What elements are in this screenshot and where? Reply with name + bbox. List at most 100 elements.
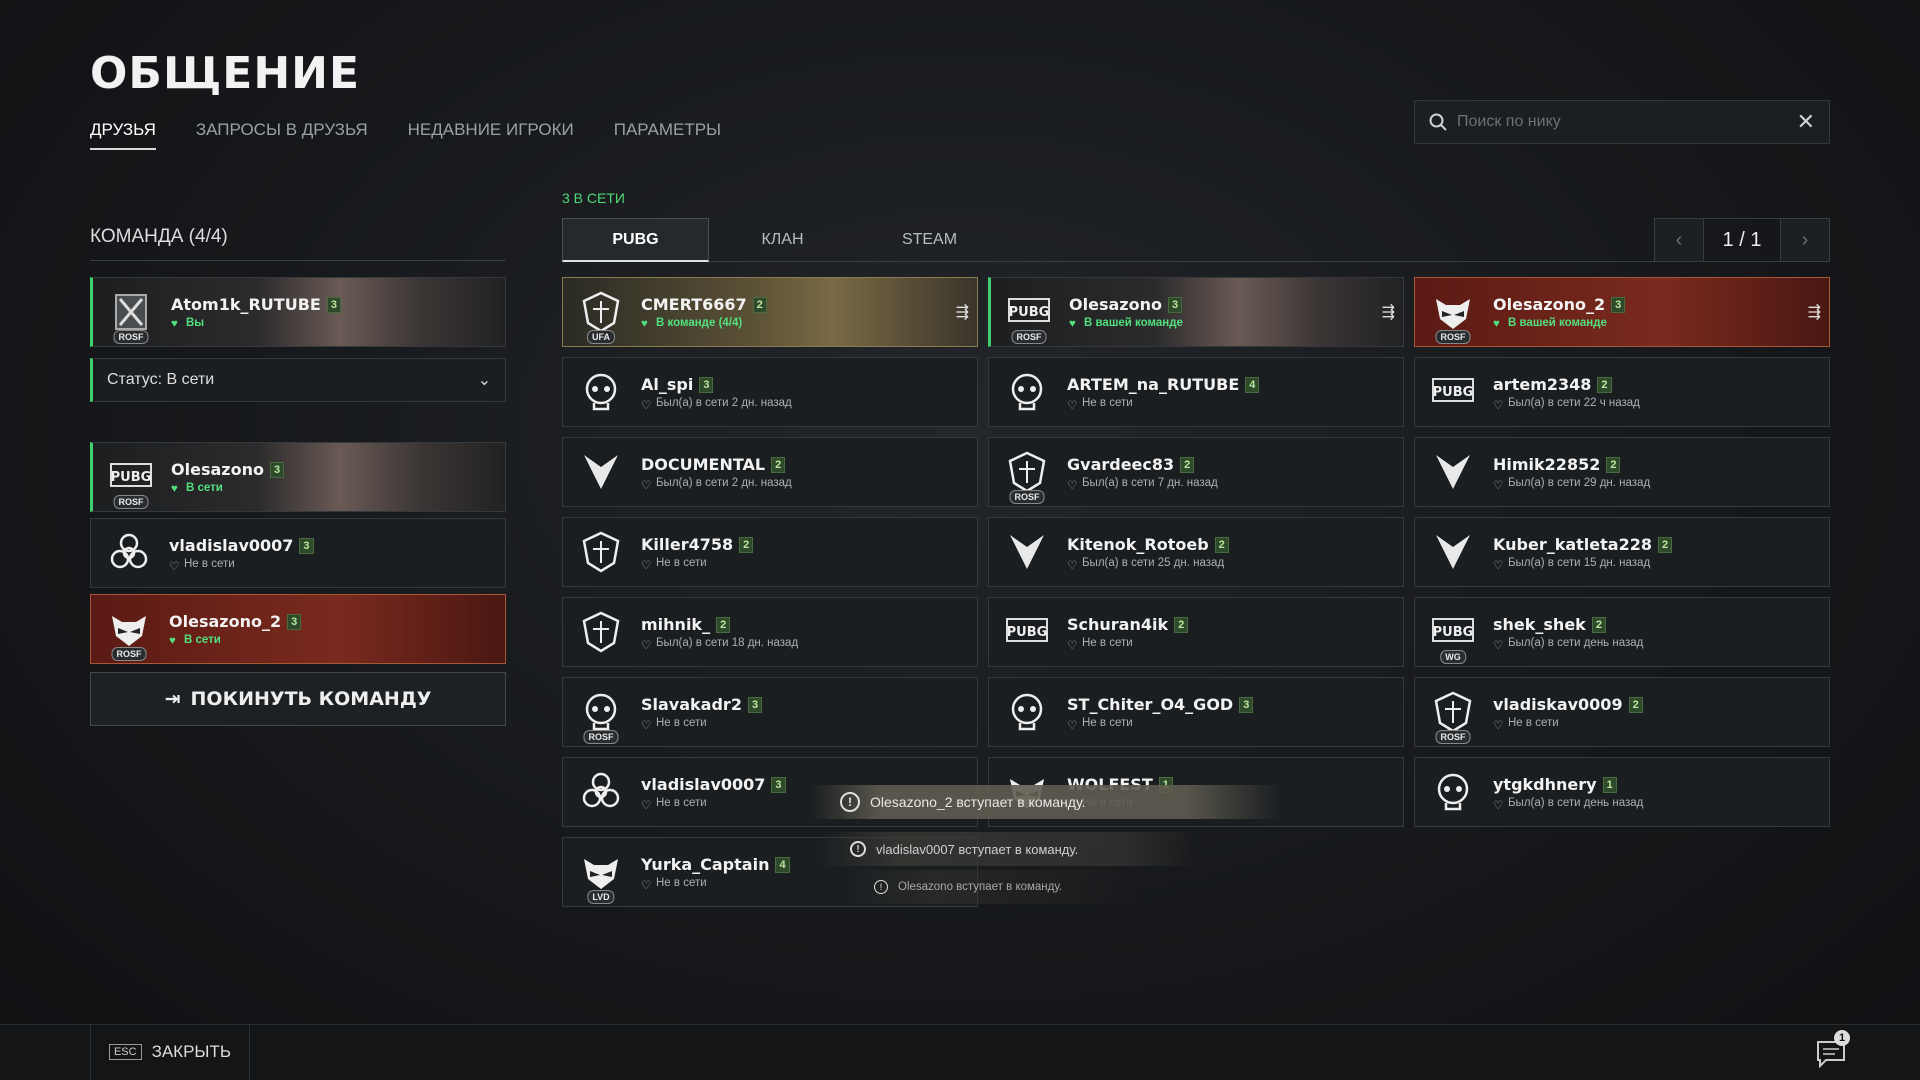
player-name: mihnik_	[641, 615, 711, 634]
subtab-clan[interactable]: КЛАН	[709, 218, 856, 262]
avatar: UFA	[577, 288, 625, 344]
pubg-logo-icon: PUBG	[1432, 618, 1474, 642]
subtab-steam[interactable]: STEAM	[856, 218, 1003, 262]
avatar: PUBG	[1429, 368, 1477, 416]
player-status: Не в сети	[656, 717, 707, 729]
level-badge: 2	[1214, 536, 1229, 553]
player-status: Не в сети	[656, 877, 707, 889]
friend-card[interactable]: ROSF Gvardeec83 2 ♡ Был(а) в сети 7 дн. наза…	[988, 437, 1404, 507]
player-status: В вашей команде	[1508, 317, 1607, 329]
team-self-card[interactable]: ROSF Atom1k_RUTUBE 3 ♥ Вы	[90, 277, 506, 347]
skull-emblem-icon	[1011, 373, 1043, 411]
player-status: Был(а) в сети 2 дн. назад	[656, 397, 792, 409]
level-badge: 2	[1628, 696, 1643, 713]
friend-card[interactable]: ytgkdhnery 1 ♡ Был(а) в сети день назад	[1414, 757, 1830, 827]
clear-search-icon[interactable]: ✕	[1797, 109, 1815, 135]
player-status: Был(а) в сети 25 дн. назад	[1082, 557, 1225, 569]
clan-tag: ROSF	[113, 330, 149, 344]
avatar	[577, 768, 625, 816]
friend-card[interactable]: UFA CMERT6667 2 ♥ В команде (4/4) ⇶	[562, 277, 978, 347]
offline-status-icon: ♡	[1067, 480, 1078, 492]
friend-card[interactable]: Himik22852 2 ♡ Был(а) в сети 29 дн. назад	[1414, 437, 1830, 507]
next-page-button[interactable]: ›	[1781, 219, 1829, 261]
friend-card[interactable]: ROSF Olesazono_2 3 ♥ В вашей команде ⇶	[1414, 277, 1830, 347]
level-badge: 2	[1606, 456, 1621, 473]
invite-to-team-icon[interactable]: ⇶	[1382, 302, 1395, 322]
clan-tag: ROSF	[1435, 730, 1471, 744]
clan-tag: WG	[1440, 650, 1466, 664]
avatar	[1429, 768, 1477, 816]
status-dropdown[interactable]: Статус: В сети ⌄	[90, 358, 506, 402]
level-badge: 2	[716, 616, 731, 633]
avatar: PUBG WG	[1429, 608, 1477, 664]
friend-card[interactable]: PUBG Schuran4ik 2 ♡ Не в сети	[988, 597, 1404, 667]
search-input[interactable]	[1457, 113, 1797, 131]
skull-emblem-icon	[1011, 693, 1043, 731]
level-badge: 2	[1180, 456, 1195, 473]
offline-status-icon: ♡	[1493, 400, 1504, 412]
player-status: Был(а) в сети 29 дн. назад	[1508, 477, 1651, 489]
player-name: Slavakadr2	[641, 695, 742, 714]
friend-card[interactable]: Al_spi 3 ♡ Был(а) в сети 2 дн. назад	[562, 357, 978, 427]
level-badge: 3	[287, 613, 302, 630]
player-status: Не в сети	[656, 797, 707, 809]
friend-card[interactable]: Killer4758 2 ♡ Не в сети	[562, 517, 978, 587]
subtab-pubg[interactable]: PUBG	[562, 218, 709, 262]
tab-settings[interactable]: ПАРАМЕТРЫ	[614, 120, 721, 150]
player-status: Был(а) в сети день назад	[1508, 637, 1644, 649]
team-member-card[interactable]: ROSF Olesazono_2 3 ♥ В сети	[90, 594, 506, 664]
online-status-icon: ♥	[1069, 318, 1076, 330]
friend-card[interactable]: Kitenok_Rotoeb 2 ♡ Был(а) в сети 25 дн. наз…	[988, 517, 1404, 587]
friend-card[interactable]: PUBG artem2348 2 ♡ Был(а) в сети 22 ч назад	[1414, 357, 1830, 427]
status-dropdown-value: Статус: В сети	[107, 371, 215, 388]
friend-card[interactable]: DOCUMENTAL 2 ♡ Был(а) в сети 2 дн. назад	[562, 437, 978, 507]
prev-page-button[interactable]: ‹	[1655, 219, 1703, 261]
player-name: vladislav0007	[641, 775, 766, 794]
level-badge: 3	[269, 461, 285, 478]
tab-recent-players[interactable]: НЕДАВНИЕ ИГРОКИ	[408, 120, 574, 150]
online-status-icon: ♥	[171, 483, 178, 495]
biohazard-icon	[582, 772, 620, 808]
chat-button[interactable]: 1	[1812, 1030, 1852, 1070]
player-name: ST_Chiter_O4_GOD	[1067, 695, 1234, 714]
player-name: ARTEM_na_RUTUBE	[1067, 375, 1240, 394]
invite-to-team-icon[interactable]: ⇶	[956, 302, 969, 322]
team-member-card[interactable]: vladislav0007 3 ♡ Не в сети	[90, 518, 506, 588]
level-badge: 2	[771, 456, 786, 473]
clan-tag: ROSF	[583, 730, 619, 744]
wing-emblem-icon	[1436, 535, 1470, 569]
friend-card[interactable]: PUBG WG shek_shek 2 ♡ Был(а) в сети день наза…	[1414, 597, 1830, 667]
close-button[interactable]: ESC ЗАКРЫТЬ	[90, 1024, 250, 1080]
level-badge: 3	[747, 696, 763, 713]
info-icon: !	[850, 841, 866, 857]
shield-emblem-icon	[582, 531, 620, 573]
chevron-down-icon: ⌄	[477, 372, 491, 389]
avatar: PUBG ROSF	[107, 453, 155, 509]
team-member-card[interactable]: PUBG ROSF Olesazono 3 ♥ В сети	[90, 442, 506, 512]
info-icon: !	[874, 880, 888, 894]
avatar: ROSF	[1429, 688, 1477, 744]
friend-card[interactable]: ST_Chiter_O4_GOD 3 ♡ Не в сети	[988, 677, 1404, 747]
clan-tag: ROSF	[1011, 330, 1047, 344]
level-badge: 3	[326, 296, 341, 313]
offline-status-icon: ♡	[1067, 720, 1078, 732]
player-status: Не в сети	[1082, 397, 1133, 409]
esc-key-hint: ESC	[108, 1044, 142, 1060]
player-name: Olesazono_2	[1493, 295, 1606, 314]
level-badge: 2	[1591, 616, 1606, 633]
svg-text:PUBG: PUBG	[111, 470, 152, 485]
player-status: В сети	[186, 482, 223, 494]
friend-card[interactable]: ROSF Slavakadr2 3 ♡ Не в сети	[562, 677, 978, 747]
tab-friends[interactable]: ДРУЗЬЯ	[90, 120, 156, 150]
friend-card[interactable]: ROSF vladiskav0009 2 ♡ Не в сети	[1414, 677, 1830, 747]
player-status: Был(а) в сети 2 дн. назад	[656, 477, 792, 489]
friend-card[interactable]: Kuber_katleta228 2 ♡ Был(а) в сети 15 дн. н…	[1414, 517, 1830, 587]
level-badge: 3	[1611, 296, 1626, 313]
friend-card[interactable]: PUBG ROSF Olesazono 3 ♥ В вашей команде ⇶	[988, 277, 1404, 347]
friend-card[interactable]: mihnik_ 2 ♡ Был(а) в сети 18 дн. назад	[562, 597, 978, 667]
tab-friend-requests[interactable]: ЗАПРОСЫ В ДРУЗЬЯ	[196, 120, 368, 150]
leave-team-button[interactable]: ⇥ ПОКИНУТЬ КОМАНДУ	[90, 672, 506, 726]
chat-unread-count: 1	[1834, 1030, 1850, 1046]
friend-card[interactable]: ARTEM_na_RUTUBE 4 ♡ Не в сети	[988, 357, 1404, 427]
invite-to-team-icon[interactable]: ⇶	[1808, 302, 1821, 322]
